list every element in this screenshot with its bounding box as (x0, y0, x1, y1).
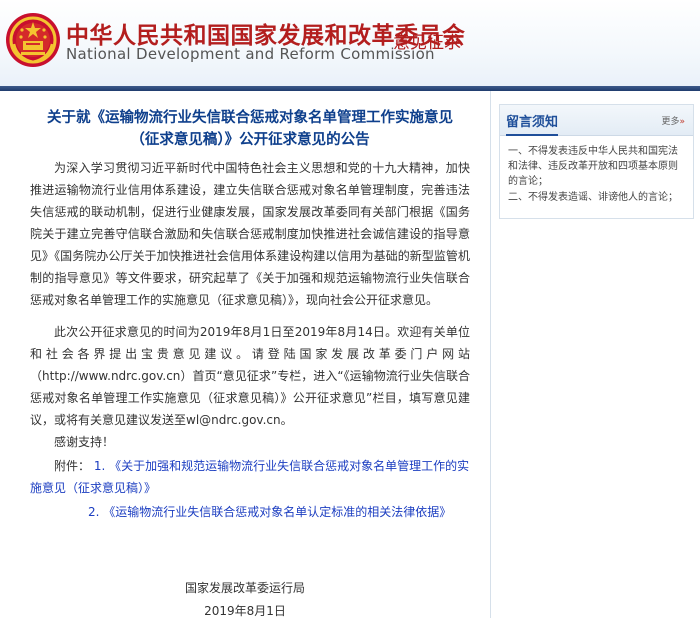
attachment-item-1: 附件： 1. 《关于加强和规范运输物流行业失信联合惩戒对象名单管理工作的实施意见… (30, 455, 470, 499)
article-title-line-2: （征求意见稿）》公开征求意见的公告 (130, 132, 370, 148)
article-paragraph-3: 感谢支持！ (54, 435, 115, 449)
double-chevron-right-icon: » (679, 117, 685, 127)
notice-item: 一、不得发表违反中华人民共和国宪法和法律、违反改革开放和四项基本原则的言论； (508, 146, 678, 187)
more-label: 更多 (661, 117, 680, 127)
attachments-label: 附件： (54, 459, 91, 473)
article-title: 关于就《运输物流行业失信联合惩戒对象名单管理工作实施意见 （征求意见稿）》公开征… (30, 107, 470, 151)
attachment-item-2: 2. 《运输物流行业失信联合惩戒对象名单认定标准的相关法律依据》 (30, 501, 470, 523)
attachment-number: 2. (88, 505, 100, 519)
attachment-link-2[interactable]: 《运输物流行业失信联合惩戒对象名单认定标准的相关法律依据》 (103, 505, 451, 519)
notice-item: 二、不得发表造谣、诽谤他人的言论； (508, 192, 678, 203)
section-title[interactable]: 意见征求 (393, 28, 461, 53)
panel-header: 留言须知 更多» (500, 105, 693, 136)
org-name-english[interactable]: National Development and Reform Commissi… (66, 45, 435, 63)
article-paragraph-1: 为深入学习贯彻习近平新时代中国特色社会主义思想和党的十九大精神，加快推进运输物流… (30, 161, 470, 307)
national-emblem-icon[interactable] (5, 12, 61, 68)
comment-notice-panel: 留言须知 更多» 一、不得发表违反中华人民共和国宪法和法律、违反改革开放和四项基… (499, 104, 694, 219)
attachment-number: 1. (93, 459, 106, 473)
article-title-line-1: 关于就《运输物流行业失信联合惩戒对象名单管理工作实施意见 (47, 110, 453, 126)
signature-org: 国家发展改革委运行局 (184, 581, 305, 595)
more-link[interactable]: 更多» (661, 114, 685, 127)
panel-title: 留言须知 (506, 111, 559, 136)
site-header: 中华人民共和国国家发展和改革委员会 National Development a… (0, 0, 700, 86)
signature-date: 2019年8月1日 (204, 604, 286, 618)
panel-body: 一、不得发表违反中华人民共和国宪法和法律、违反改革开放和四项基本原则的言论； 二… (500, 136, 693, 218)
article-column: 关于就《运输物流行业失信联合惩戒对象名单管理工作实施意见 （征求意见稿）》公开征… (0, 91, 491, 618)
article-paragraph-2: 此次公开征求意见的时间为2019年8月1日至2019年8月14日。欢迎有关单位和… (30, 325, 470, 427)
